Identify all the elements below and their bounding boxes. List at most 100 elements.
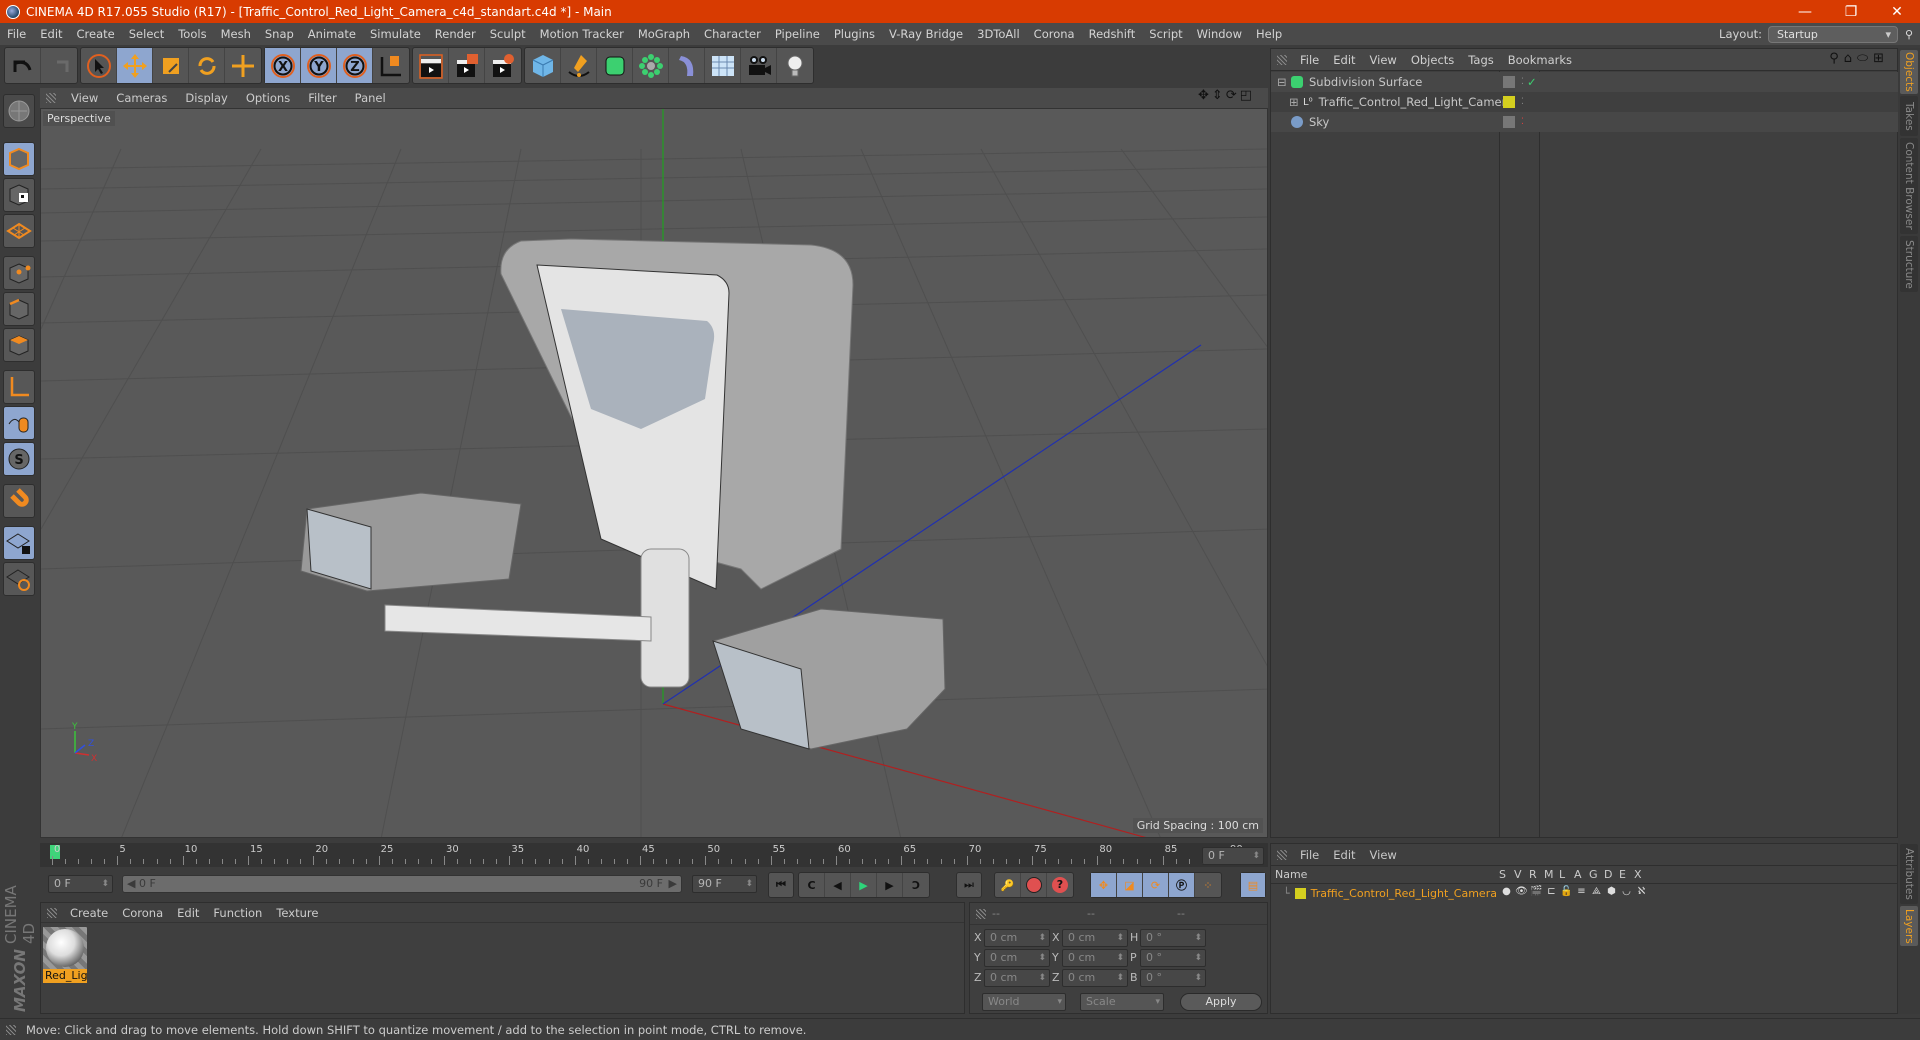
- layer-column-x[interactable]: X: [1634, 868, 1642, 881]
- menu-simulate[interactable]: Simulate: [363, 27, 428, 41]
- close-button[interactable]: ✕: [1874, 0, 1920, 23]
- menu-character[interactable]: Character: [697, 27, 768, 41]
- layer-flag-solo-icon[interactable]: ●: [1499, 886, 1514, 897]
- menu-mesh[interactable]: Mesh: [214, 27, 258, 41]
- layer-column-name[interactable]: Name: [1275, 868, 1307, 881]
- size-mode-select[interactable]: Scale ▾: [1080, 993, 1164, 1011]
- z-axis-button[interactable]: Z: [337, 48, 373, 83]
- editor-visibility-icon[interactable]: [1503, 76, 1515, 88]
- eye-icon[interactable]: ⬭: [1857, 51, 1873, 66]
- coordinate-field[interactable]: 0 cm ⬍: [1062, 969, 1128, 987]
- model-mode-button[interactable]: [3, 142, 35, 176]
- menu-vray-bridge[interactable]: V-Ray Bridge: [882, 27, 970, 41]
- menu-render[interactable]: Render: [428, 27, 483, 41]
- menu-snap[interactable]: Snap: [258, 27, 301, 41]
- tweak-mode-button[interactable]: [3, 406, 35, 440]
- render-dots-icon[interactable]: ⁚: [1521, 97, 1524, 107]
- layer-column-g[interactable]: G: [1589, 868, 1598, 881]
- menu-script[interactable]: Script: [1142, 27, 1189, 41]
- object-menu-view[interactable]: View: [1363, 53, 1404, 67]
- material-menu-edit[interactable]: Edit: [170, 906, 206, 920]
- menu-plugins[interactable]: Plugins: [827, 27, 882, 41]
- menu-redshift[interactable]: Redshift: [1082, 27, 1143, 41]
- previous-frame-button[interactable]: ◀: [825, 873, 851, 897]
- menu-corona[interactable]: Corona: [1027, 27, 1082, 41]
- viewport-menu-filter[interactable]: Filter: [299, 91, 345, 105]
- layer-column-l[interactable]: L: [1559, 868, 1565, 881]
- axis-mode-button[interactable]: [3, 370, 35, 404]
- object-row-traffic-camera[interactable]: ⊞ L⁰ Traffic_Control_Red_Light_Camera ⁚: [1271, 92, 1899, 112]
- material-menu-corona[interactable]: Corona: [115, 906, 170, 920]
- menu-3dtoall[interactable]: 3DToAll: [970, 27, 1027, 41]
- snap-magnet-button[interactable]: [3, 484, 35, 518]
- x-axis-button[interactable]: X: [265, 48, 301, 83]
- layer-color-swatch[interactable]: [1294, 887, 1306, 899]
- key-rotation-button[interactable]: ⟳: [1143, 873, 1169, 897]
- menu-window[interactable]: Window: [1190, 27, 1249, 41]
- object-row-subdivision-surface[interactable]: ⊟ Subdivision Surface ⁚ ✓: [1271, 72, 1899, 92]
- viewport-menu-display[interactable]: Display: [176, 91, 236, 105]
- layer-menu-file[interactable]: File: [1293, 848, 1326, 862]
- layer-column-m[interactable]: M: [1544, 868, 1554, 881]
- locked-workplane-button[interactable]: [3, 526, 35, 560]
- render-dots-icon[interactable]: ⁚: [1521, 117, 1524, 127]
- material-menu-function[interactable]: Function: [206, 906, 269, 920]
- collapse-icon[interactable]: ⊟: [1277, 75, 1287, 89]
- points-mode-button[interactable]: [3, 256, 35, 290]
- workplane-mode-button[interactable]: [3, 214, 35, 248]
- layout-dropdown[interactable]: Startup: [1768, 25, 1898, 43]
- layer-flag-render-icon[interactable]: 🎬: [1529, 886, 1544, 897]
- timeline-ruler[interactable]: 051015202530354045505560657075808590: [40, 843, 1268, 867]
- coordinate-field[interactable]: 0 ° ⬍: [1140, 949, 1206, 967]
- record-keys-button[interactable]: 🔑: [995, 873, 1021, 897]
- rotate-tool-button[interactable]: [189, 48, 225, 83]
- coordinate-system-select[interactable]: World ▾: [982, 993, 1066, 1011]
- menu-select[interactable]: Select: [122, 27, 171, 41]
- object-row-sky[interactable]: Sky ⁚: [1271, 112, 1899, 132]
- restore-button[interactable]: ❐: [1828, 0, 1874, 23]
- cube-button[interactable]: [525, 48, 561, 83]
- layer-flag-expressions-icon[interactable]: ◡: [1619, 886, 1634, 897]
- coordinate-field[interactable]: 0 cm ⬍: [984, 949, 1050, 967]
- menu-file[interactable]: File: [0, 27, 33, 41]
- menu-edit[interactable]: Edit: [33, 27, 69, 41]
- range-right-arrow-icon[interactable]: ▶: [669, 876, 677, 892]
- object-menu-edit[interactable]: Edit: [1326, 53, 1362, 67]
- coordinate-field[interactable]: 0 ° ⬍: [1140, 969, 1206, 987]
- cloner-button[interactable]: [633, 48, 669, 83]
- key-position-button[interactable]: ✥: [1091, 873, 1117, 897]
- menu-pipeline[interactable]: Pipeline: [768, 27, 827, 41]
- panel-grip-icon[interactable]: [1277, 849, 1287, 860]
- scale-tool-button[interactable]: [153, 48, 189, 83]
- bend-deformer-button[interactable]: [669, 48, 705, 83]
- render-picture-viewer-button[interactable]: [449, 48, 485, 83]
- coordinate-field[interactable]: 0 cm ⬍: [1062, 949, 1128, 967]
- render-view-button[interactable]: [413, 48, 449, 83]
- viewport-menu-view[interactable]: View: [62, 91, 107, 105]
- layer-flag-xref-icon[interactable]: ℵ: [1634, 886, 1649, 897]
- tab-layers[interactable]: Layers: [1900, 906, 1918, 946]
- maximize-view-icon[interactable]: ◰: [1240, 88, 1252, 103]
- render-dots-icon[interactable]: ⁚: [1521, 77, 1524, 87]
- menu-mograph[interactable]: MoGraph: [631, 27, 697, 41]
- dolly-icon[interactable]: ⇕: [1212, 88, 1223, 103]
- key-scale-button[interactable]: ◪: [1117, 873, 1143, 897]
- pen-spline-button[interactable]: [561, 48, 597, 83]
- layer-column-s[interactable]: S: [1499, 868, 1506, 881]
- key-pla-button[interactable]: ⁘: [1195, 873, 1221, 897]
- layer-flag-manager-icon[interactable]: ⊏: [1544, 886, 1559, 897]
- menu-animate[interactable]: Animate: [301, 27, 363, 41]
- layer-menu-view[interactable]: View: [1363, 848, 1404, 862]
- object-menu-bookmarks[interactable]: Bookmarks: [1501, 53, 1579, 67]
- pan-icon[interactable]: ✥: [1198, 88, 1209, 103]
- timeline-window-button[interactable]: ▤: [1241, 873, 1265, 897]
- layer-column-d[interactable]: D: [1604, 868, 1612, 881]
- tab-attributes[interactable]: Attributes: [1900, 844, 1918, 904]
- frame-range-slider[interactable]: ◀ 0 F 90 F ▶: [122, 875, 682, 893]
- move-tool-button[interactable]: [117, 48, 153, 83]
- menu-help[interactable]: Help: [1249, 27, 1289, 41]
- viewport-menu-cameras[interactable]: Cameras: [107, 91, 176, 105]
- current-frame-field[interactable]: 0 F ⬍: [1202, 847, 1264, 865]
- previous-keyframe-button[interactable]: C: [799, 873, 825, 897]
- layer-flag-view-icon[interactable]: 👁: [1514, 886, 1529, 897]
